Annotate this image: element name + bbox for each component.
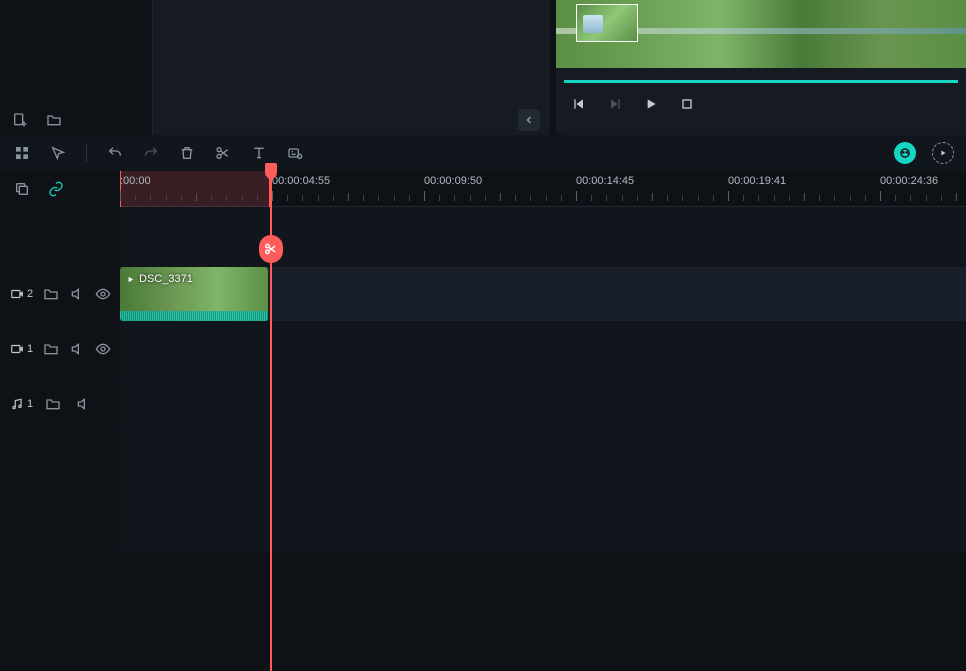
preview-video-frame (556, 0, 966, 68)
ruler-timecode: 00:00:09:50 (424, 175, 482, 187)
project-panel (0, 0, 550, 135)
timeline-toolbar (0, 135, 966, 171)
prev-frame-button[interactable] (570, 95, 588, 113)
collapse-panel-button[interactable] (518, 109, 540, 131)
preview-panel (556, 0, 966, 135)
track-row: 1 (0, 377, 966, 432)
track-row: 2 DSC_3371 (0, 267, 966, 322)
track-row: 1 (0, 322, 966, 377)
preview-thumbnail-outline (576, 4, 638, 42)
play-button[interactable] (642, 95, 660, 113)
ruler-timecode: 00:00:04:55 (272, 175, 330, 187)
ai-assistant-button[interactable] (894, 142, 916, 164)
video-track-label: 1 (10, 342, 33, 356)
preview-progress-fill (564, 80, 958, 83)
clip-audio-waveform (120, 311, 268, 321)
new-folder-icon[interactable] (44, 110, 64, 130)
track-visibility-icon[interactable] (95, 284, 111, 304)
track-mute-icon[interactable] (69, 339, 85, 359)
track-body[interactable]: DSC_3371 (120, 267, 966, 321)
track-head: 1 (0, 377, 120, 431)
new-file-icon[interactable] (10, 110, 30, 130)
track-body[interactable] (120, 207, 966, 266)
autocaption-button[interactable] (285, 143, 305, 163)
cursor-icon[interactable] (48, 143, 68, 163)
track-head (0, 207, 120, 266)
video-track-label: 2 (10, 287, 33, 301)
track-visibility-icon[interactable] (95, 339, 111, 359)
ruler-timecode: 00:00:24:36 (880, 175, 938, 187)
ruler-timecode: 00:00:19:41 (728, 175, 786, 187)
redo-button[interactable] (141, 143, 161, 163)
track-folder-icon[interactable] (43, 339, 59, 359)
track-body[interactable] (120, 377, 966, 431)
video-clip[interactable]: DSC_3371 (120, 267, 268, 321)
preview-progress-bar[interactable] (564, 80, 958, 83)
undo-button[interactable] (105, 143, 125, 163)
playhead[interactable] (270, 171, 272, 671)
track-mute-icon[interactable] (69, 284, 85, 304)
ruler-timecode: 00:00:14:45 (576, 175, 634, 187)
timeline-ruler[interactable]: :00:00 00:00:04:55 00:00:09:50 00:00:14:45 0… (120, 171, 966, 207)
track-head: 2 (0, 267, 120, 321)
track-folder-icon[interactable] (43, 284, 59, 304)
track-head: 1 (0, 322, 120, 376)
apps-icon[interactable] (12, 143, 32, 163)
copy-icon[interactable] (12, 179, 32, 199)
split-button[interactable] (213, 143, 233, 163)
cut-at-playhead-button[interactable] (259, 235, 283, 263)
render-button[interactable] (932, 142, 954, 164)
ruler-timecode: :00:00 (120, 175, 151, 187)
stop-button[interactable] (678, 95, 696, 113)
next-frame-button[interactable] (606, 95, 624, 113)
audio-track-label: 1 (10, 397, 33, 411)
track-row (0, 207, 966, 267)
clip-label: DSC_3371 (126, 273, 193, 285)
track-folder-icon[interactable] (43, 394, 63, 414)
track-body[interactable] (120, 322, 966, 376)
track-mute-icon[interactable] (73, 394, 93, 414)
link-toggle-icon[interactable] (46, 179, 66, 199)
text-button[interactable] (249, 143, 269, 163)
playhead-handle[interactable] (265, 163, 277, 175)
timeline-tracks: 2 DSC_3371 1 1 (0, 207, 966, 552)
delete-button[interactable] (177, 143, 197, 163)
